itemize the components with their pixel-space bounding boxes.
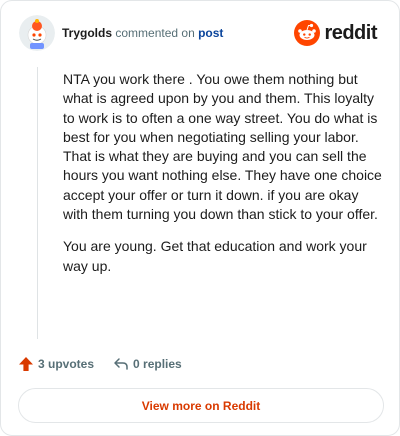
- byline: Trygolds commented on post: [62, 26, 223, 40]
- brand-wordmark: reddit: [324, 21, 377, 44]
- upvote-arrow-icon: [19, 357, 33, 371]
- reddit-logo[interactable]: reddit: [294, 19, 377, 47]
- reply-arrow-icon: [114, 358, 128, 370]
- upvote-count: 3 upvotes: [38, 357, 95, 371]
- upvote-button[interactable]: 3 upvotes: [18, 356, 94, 372]
- thread-line: [37, 67, 38, 339]
- comment-actions: 3 upvotes 0 replies: [18, 353, 182, 375]
- view-more-button[interactable]: View more on Reddit: [18, 388, 384, 423]
- snoo-avatar-icon[interactable]: [19, 15, 55, 51]
- comment-paragraph: NTA you work there . You owe them nothin…: [63, 71, 382, 223]
- reply-count: 0 replies: [133, 357, 182, 371]
- post-link[interactable]: post: [198, 26, 223, 40]
- reply-button[interactable]: 0 replies: [113, 356, 182, 372]
- byline-action-text: commented on: [115, 26, 195, 40]
- comment-header: Trygolds commented on post reddit: [19, 15, 383, 51]
- reddit-logo-icon: [294, 20, 321, 46]
- comment-body: NTA you work there . You owe them nothin…: [63, 70, 385, 289]
- username-link[interactable]: Trygolds: [62, 26, 112, 40]
- comment-paragraph: You are young. Get that education and wo…: [63, 238, 367, 274]
- comment-embed-card: Trygolds commented on post reddit NTA yo…: [0, 0, 400, 436]
